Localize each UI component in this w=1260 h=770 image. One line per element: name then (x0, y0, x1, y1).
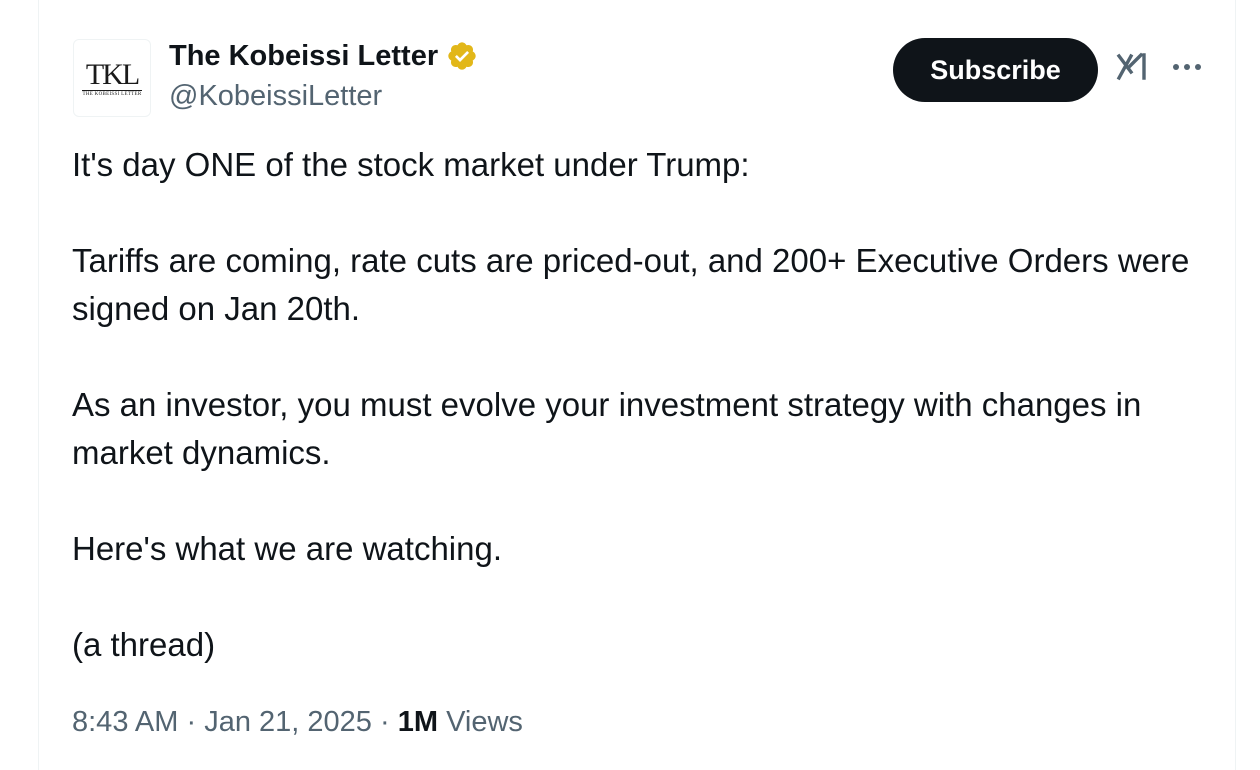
views-label[interactable]: Views (446, 706, 523, 738)
meta-separator: · (186, 706, 197, 738)
tweet-paragraph: As an investor, you must evolve your inv… (72, 386, 1142, 471)
avatar-logo-subtext: THE KOBEISSI LETTER (82, 89, 142, 97)
meta-separator: · (379, 706, 390, 738)
grok-icon[interactable] (1115, 50, 1149, 84)
tweet-meta: 8:43 AM · Jan 21, 2025 · 1M Views (72, 702, 523, 742)
author-display-name[interactable]: The Kobeissi Letter (169, 38, 438, 74)
tweet-time[interactable]: 8:43 AM (72, 706, 178, 738)
tweet-paragraph: Here's what we are watching. (72, 530, 502, 567)
views-count[interactable]: 1M (398, 706, 438, 738)
tweet-date[interactable]: Jan 21, 2025 (204, 706, 372, 738)
page: TKL THE KOBEISSI LETTER The Kobeissi Let… (0, 0, 1260, 770)
subscribe-button[interactable]: Subscribe (893, 38, 1098, 102)
avatar-logo-text: TKL (85, 57, 140, 91)
more-dots-icon[interactable] (1169, 52, 1205, 82)
verified-badge-icon[interactable] (446, 40, 478, 72)
tweet-paragraph: (a thread) (72, 626, 216, 663)
tweet-paragraph: It's day ONE of the stock market under T… (72, 146, 750, 183)
avatar[interactable]: TKL THE KOBEISSI LETTER (73, 39, 151, 117)
tweet-paragraph: Tariffs are coming, rate cuts are priced… (72, 242, 1190, 327)
tweet-text: It's day ONE of the stock market under T… (72, 141, 1222, 669)
author-name-row: The Kobeissi Letter (169, 38, 478, 74)
tweet-card: TKL THE KOBEISSI LETTER The Kobeissi Let… (38, 0, 1236, 770)
author-handle[interactable]: @KobeissiLetter (169, 78, 382, 114)
